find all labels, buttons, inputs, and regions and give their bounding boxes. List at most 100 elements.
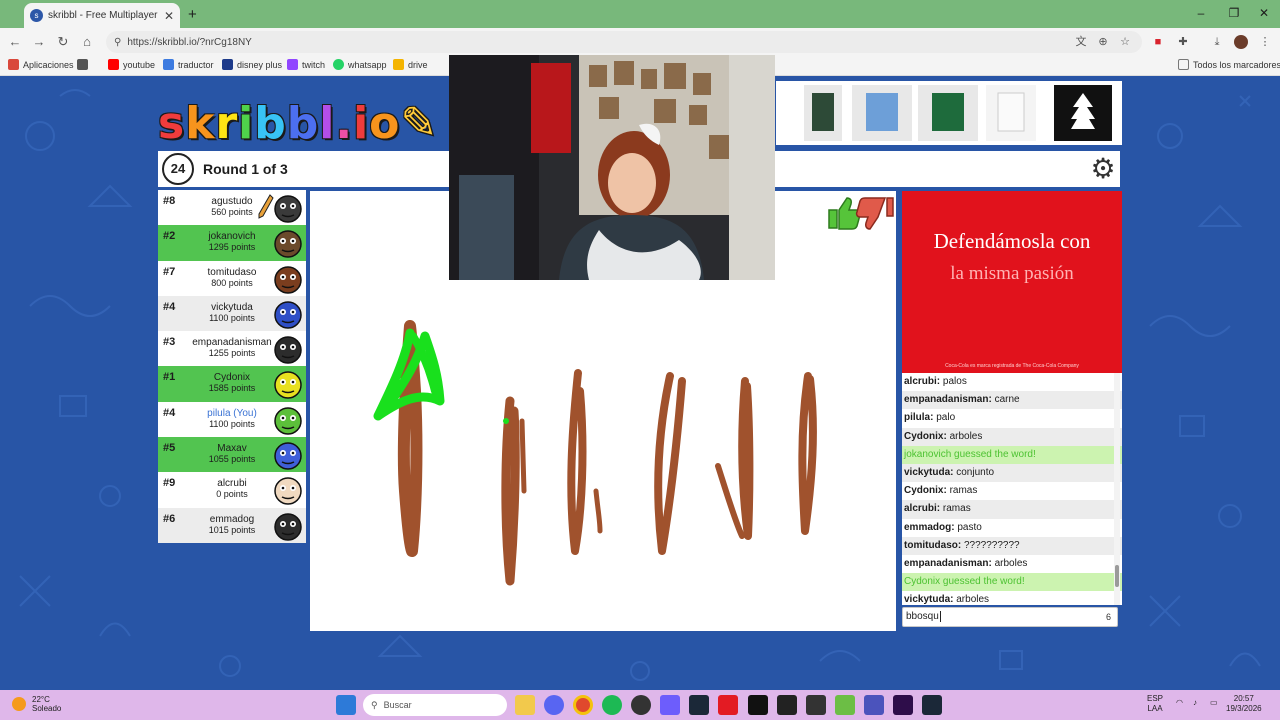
bookmark-drive[interactable]: drive bbox=[393, 59, 428, 70]
folder-icon bbox=[1178, 59, 1189, 70]
app-icon[interactable] bbox=[660, 695, 680, 715]
extension-icon[interactable]: ■ bbox=[1151, 35, 1165, 49]
app-red-icon[interactable] bbox=[718, 695, 738, 715]
obs-icon[interactable] bbox=[631, 695, 651, 715]
timer: 24 bbox=[162, 153, 194, 185]
new-tab-button[interactable]: + bbox=[188, 6, 197, 23]
bookmark-label: traductor bbox=[178, 59, 214, 70]
all-bookmarks[interactable]: Todos los marcadores bbox=[1178, 59, 1280, 70]
bookmark-star-icon[interactable]: ☆ bbox=[1118, 35, 1132, 49]
player-row[interactable]: #4 vickytuda 1100 points bbox=[158, 295, 306, 332]
file-explorer-icon[interactable] bbox=[515, 695, 535, 715]
chat-text: palos bbox=[942, 376, 967, 387]
player-row[interactable]: #3 empanadanisman 1255 points bbox=[158, 331, 306, 367]
bookmark-traductor[interactable]: traductor bbox=[163, 59, 214, 70]
reload-icon[interactable]: ↻ bbox=[54, 33, 72, 51]
chat-message: Cydonix guessed the word! bbox=[902, 573, 1122, 592]
spotify-icon[interactable] bbox=[602, 695, 622, 715]
settings-gear-icon[interactable]: ⚙ bbox=[1088, 154, 1118, 184]
taskbar-search[interactable]: ⚲ Buscar bbox=[363, 694, 507, 716]
windows-start-icon[interactable] bbox=[336, 695, 356, 715]
teams-icon[interactable] bbox=[864, 695, 884, 715]
extensions-puzzle-icon[interactable]: ✚ bbox=[1176, 35, 1190, 49]
bookmark-twitch[interactable]: twitch bbox=[287, 59, 325, 70]
bookmark-disney[interactable]: disney plus bbox=[222, 59, 282, 70]
player-row[interactable]: #2 jokanovich 1295 points bbox=[158, 225, 306, 261]
site-info-icon[interactable]: ⚲ bbox=[114, 37, 121, 48]
steam-tray-icon[interactable] bbox=[922, 695, 942, 715]
profile-avatar[interactable] bbox=[1234, 35, 1248, 49]
chat-text: ?????????? bbox=[964, 539, 1020, 551]
back-icon[interactable]: ← bbox=[6, 33, 24, 51]
minimize-icon[interactable]: – bbox=[1193, 6, 1209, 20]
volume-icon[interactable]: ♪ bbox=[1193, 698, 1197, 708]
browser-tab[interactable]: s skribbl - Free Multiplayer D ✕ bbox=[24, 3, 180, 28]
bookmark-whatsapp[interactable]: whatsapp bbox=[333, 59, 387, 70]
chat-user: Cydonix bbox=[904, 430, 944, 442]
guess-input[interactable]: bbosqu 6 bbox=[902, 607, 1118, 627]
player-row[interactable]: #4 pilula (You) 1100 points bbox=[158, 401, 306, 438]
close-window-icon[interactable]: ✕ bbox=[1256, 6, 1272, 20]
cocacola-ad[interactable]: Defendámosla con la misma pasión Coca-Co… bbox=[902, 191, 1122, 373]
wifi-icon[interactable]: ◠ bbox=[1176, 698, 1183, 708]
temperature: 22°C bbox=[32, 695, 50, 704]
chat-text: ramas bbox=[942, 503, 971, 515]
search-placeholder: Buscar bbox=[383, 700, 412, 710]
premiere-icon[interactable] bbox=[893, 695, 913, 715]
app-green-icon[interactable] bbox=[835, 695, 855, 715]
maximize-icon[interactable]: ❐ bbox=[1226, 6, 1242, 20]
chat-message: vickytuda: arboles bbox=[902, 591, 1122, 605]
player-rank: #7 bbox=[163, 265, 176, 278]
chat-text: arboles bbox=[956, 594, 990, 605]
player-row[interactable]: #1 Cydonix 1585 points bbox=[158, 366, 306, 402]
thumbs-down-icon[interactable] bbox=[855, 197, 894, 230]
chat-text: carne bbox=[994, 394, 1020, 406]
url-text: https://skribbl.io/?nrCg18NY bbox=[127, 36, 252, 48]
time: 20:57 bbox=[1233, 694, 1254, 703]
chat-user: alcrubi bbox=[904, 376, 937, 387]
battery-icon[interactable]: ▭ bbox=[1210, 698, 1218, 708]
chat-message: emmadog: pasto bbox=[902, 519, 1122, 537]
player-rank: #2 bbox=[163, 230, 176, 243]
chat-message: empanadanisman: arboles bbox=[902, 555, 1122, 573]
chat-user: pilula bbox=[904, 412, 931, 424]
capcut-icon[interactable] bbox=[748, 695, 768, 715]
chat-user: alcrubi bbox=[904, 503, 937, 515]
product-ad-banner[interactable] bbox=[776, 81, 1122, 145]
player-avatar bbox=[274, 195, 302, 223]
translate-icon[interactable]: 文 bbox=[1074, 35, 1088, 49]
close-tab-icon[interactable]: ✕ bbox=[164, 9, 174, 23]
chat-user: empanadanisman bbox=[904, 557, 989, 569]
chat-text: arboles bbox=[949, 430, 983, 442]
player-row[interactable]: #9 alcrubi 0 points bbox=[158, 472, 306, 508]
bookmark-youtube[interactable]: youtube bbox=[108, 59, 155, 70]
bookmark-label: disney plus bbox=[237, 59, 283, 70]
player-rank: #6 bbox=[163, 512, 176, 525]
zoom-icon[interactable]: ⊕ bbox=[1096, 35, 1110, 49]
chat-scroll-thumb[interactable] bbox=[1115, 565, 1119, 587]
disney-icon bbox=[222, 59, 233, 70]
home-icon[interactable]: ⌂ bbox=[78, 33, 96, 51]
weather-widget[interactable]: 22°C Soleado bbox=[12, 695, 61, 713]
chat-message: jokanovich guessed the word! bbox=[902, 445, 1122, 464]
chat-log[interactable]: alcrubi: palos empanadanisman: carne pilul… bbox=[902, 373, 1122, 605]
chrome-icon[interactable] bbox=[573, 695, 593, 715]
address-bar[interactable]: ⚲ https://skribbl.io/?nrCg18NY bbox=[106, 31, 1142, 53]
app-ai-icon[interactable] bbox=[806, 695, 826, 715]
clock[interactable]: 20:57 19/3/2026 bbox=[1226, 694, 1262, 714]
menu-icon[interactable]: ⋮ bbox=[1258, 35, 1272, 49]
language-indicator[interactable]: ESP LAA bbox=[1147, 694, 1163, 714]
steam-icon[interactable] bbox=[689, 695, 709, 715]
bookmark-grid[interactable] bbox=[77, 59, 88, 70]
app-dark-icon[interactable] bbox=[777, 695, 797, 715]
download-icon[interactable]: ⤓ bbox=[1210, 35, 1224, 49]
thumbs-up-icon[interactable] bbox=[828, 197, 862, 230]
bookmark-label: youtube bbox=[123, 59, 156, 70]
discord-icon[interactable] bbox=[544, 695, 564, 715]
player-row[interactable]: #5 Maxav 1055 points bbox=[158, 437, 306, 473]
forward-icon[interactable]: → bbox=[30, 33, 48, 51]
player-row[interactable]: #8 agustudo 560 points bbox=[158, 190, 306, 226]
player-row[interactable]: #6 emmadog 1015 points bbox=[158, 507, 306, 543]
player-row[interactable]: #7 tomitudaso 800 points bbox=[158, 260, 306, 296]
bookmark-apps[interactable]: Aplicaciones bbox=[8, 59, 74, 70]
